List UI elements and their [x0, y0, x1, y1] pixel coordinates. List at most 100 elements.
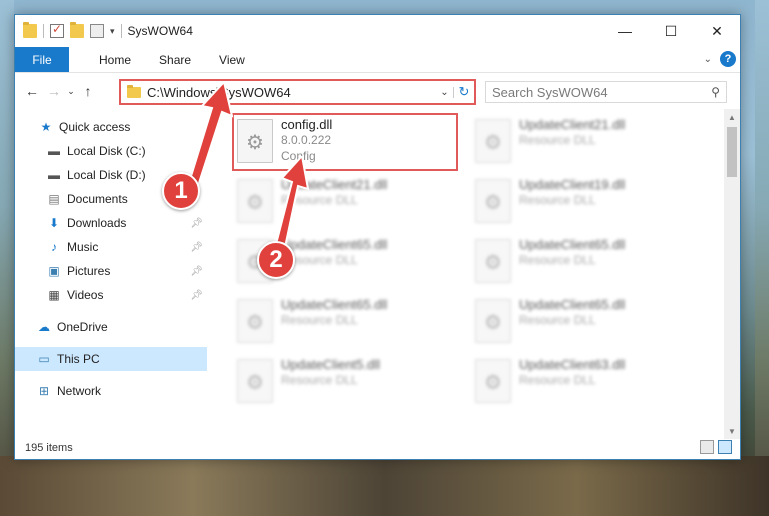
folder-icon — [23, 22, 37, 38]
item-count: 195 items — [25, 442, 73, 454]
sidebar-item-videos[interactable]: ▦ Videos 📌︎ — [15, 283, 207, 307]
address-dropdown-icon[interactable]: ⌄ — [436, 86, 454, 98]
dll-file-icon — [475, 179, 511, 223]
sidebar-item-label: Downloads — [67, 216, 127, 230]
search-input[interactable]: Search SysWOW64 ⚲ — [485, 81, 727, 103]
sidebar-item-downloads[interactable]: ⬇ Downloads 📌︎ — [15, 211, 207, 235]
up-button[interactable]: ↑ — [77, 80, 99, 102]
desktop-background-bottom — [0, 456, 769, 516]
new-folder-icon[interactable] — [70, 22, 84, 38]
config-dll-highlight — [232, 113, 458, 171]
file-item[interactable]: UpdateClient5.dll Resource DLL — [237, 355, 467, 407]
search-icon[interactable]: ⚲ — [711, 85, 720, 99]
pin-icon[interactable]: 📌︎ — [190, 266, 203, 277]
file-description: Resource DLL — [519, 313, 596, 327]
vertical-scrollbar[interactable]: ▲ ▼ — [724, 109, 740, 439]
sidebar-item-local-disk-c[interactable]: ▬ Local Disk (C:) — [15, 139, 207, 163]
file-name: UpdateClient19.dll — [519, 177, 626, 192]
refresh-icon[interactable]: ↻ — [454, 84, 474, 100]
file-name: UpdateClient63.dll — [519, 357, 626, 372]
file-item[interactable]: UpdateClient65.dll Resource DLL — [475, 295, 705, 347]
help-icon[interactable]: ? — [720, 51, 736, 67]
ribbon-controls: ⌄ ? — [704, 51, 736, 67]
desktop-background-right — [755, 0, 769, 516]
chevron-down-icon[interactable]: ⌄ — [704, 54, 712, 65]
sidebar-item-onedrive[interactable]: ☁ OneDrive — [15, 315, 207, 339]
maximize-button[interactable]: ☐ — [648, 15, 694, 47]
videos-icon: ▦ — [48, 288, 60, 302]
chevron-down-icon[interactable]: ▾ — [110, 26, 115, 37]
file-description: Resource DLL — [281, 373, 358, 387]
window-title: SysWOW64 — [127, 24, 193, 38]
download-icon: ⬇ — [48, 216, 60, 230]
file-name: UpdateClient65.dll — [281, 297, 388, 312]
file-description: Resource DLL — [519, 253, 596, 267]
scroll-up-icon[interactable]: ▲ — [724, 109, 740, 125]
sidebar-item-pictures[interactable]: ▣ Pictures 📌︎ — [15, 259, 207, 283]
back-button[interactable]: ← — [21, 80, 43, 102]
file-item[interactable]: UpdateClient63.dll Resource DLL — [475, 355, 705, 407]
desktop-background-left — [0, 0, 14, 516]
sidebar-item-quick-access[interactable]: ★ Quick access — [15, 115, 207, 139]
sidebar-item-music[interactable]: ♪ Music 📌︎ — [15, 235, 207, 259]
customize-icon[interactable] — [90, 24, 104, 38]
drive-icon: ▬ — [48, 168, 60, 182]
sidebar-item-network[interactable]: ⊞ Network — [15, 379, 207, 403]
sidebar-item-label: Music — [67, 240, 99, 254]
close-button[interactable]: ✕ — [694, 15, 740, 47]
tiles-view-icon[interactable] — [718, 440, 732, 454]
pin-icon[interactable]: 📌︎ — [190, 218, 203, 229]
tab-file[interactable]: File — [15, 47, 69, 72]
file-description: Resource DLL — [519, 373, 596, 387]
sidebar-item-label: OneDrive — [57, 320, 108, 334]
computer-icon: ▭ — [38, 352, 50, 366]
quick-access-toolbar: ▾ — [15, 15, 122, 47]
pin-icon[interactable]: 📌︎ — [190, 290, 203, 301]
details-view-icon[interactable] — [700, 440, 714, 454]
drive-icon: ▬ — [48, 144, 60, 158]
tab-view[interactable]: View — [205, 47, 259, 72]
sidebar-item-label: Local Disk (D:) — [67, 168, 146, 182]
properties-icon[interactable] — [50, 22, 64, 38]
sidebar-item-this-pc[interactable]: ▭ This PC — [15, 347, 207, 371]
file-description: Resource DLL — [281, 313, 358, 327]
status-bar: 195 items — [15, 437, 740, 459]
network-icon: ⊞ — [38, 384, 50, 398]
tab-share[interactable]: Share — [145, 47, 205, 72]
file-item[interactable]: UpdateClient65.dll Resource DLL — [475, 235, 705, 287]
file-item[interactable]: UpdateClient21.dll Resource DLL — [475, 115, 705, 167]
sidebar-item-label: Quick access — [59, 120, 131, 134]
address-bar[interactable]: C:\Windows\SysWOW64 ⌄ ↻ — [119, 79, 476, 105]
pin-icon[interactable]: 📌︎ — [190, 242, 203, 253]
file-name: UpdateClient65.dll — [519, 297, 626, 312]
file-description: Resource DLL — [519, 133, 596, 147]
recent-locations-button[interactable]: ⌄ — [65, 80, 77, 102]
dll-file-icon — [475, 239, 511, 283]
navigation-bar: ← → ⌄ ↑ C:\Windows\SysWOW64 ⌄ ↻ Search S… — [15, 73, 740, 109]
search-placeholder: Search SysWOW64 — [492, 84, 608, 100]
file-item[interactable]: UpdateClient19.dll Resource DLL — [475, 175, 705, 227]
title-bar: ▾ SysWOW64 — ☐ ✕ — [15, 15, 740, 47]
star-icon: ★ — [40, 120, 52, 134]
toolbar-divider — [120, 24, 122, 38]
folder-icon — [127, 84, 141, 98]
step-1-badge: 1 — [162, 172, 200, 210]
file-name: UpdateClient21.dll — [519, 117, 626, 132]
toolbar-divider — [43, 24, 44, 38]
dll-file-icon — [475, 299, 511, 343]
scrollbar-thumb[interactable] — [727, 127, 737, 177]
forward-button[interactable]: → — [43, 80, 65, 102]
tab-home[interactable]: Home — [69, 47, 145, 72]
file-name: UpdateClient5.dll — [281, 357, 381, 372]
pictures-icon: ▣ — [48, 264, 60, 278]
minimize-button[interactable]: — — [602, 15, 648, 47]
explorer-window: ▾ SysWOW64 — ☐ ✕ File Home Share View ⌄ … — [14, 14, 741, 460]
file-item[interactable]: UpdateClient65.dll Resource DLL — [237, 295, 467, 347]
sidebar-item-label: This PC — [57, 352, 100, 366]
dll-file-icon — [237, 359, 273, 403]
dll-file-icon — [475, 119, 511, 163]
sidebar-item-label: Local Disk (C:) — [67, 144, 146, 158]
file-description: Resource DLL — [519, 193, 596, 207]
window-controls: — ☐ ✕ — [602, 15, 740, 47]
dll-file-icon — [475, 359, 511, 403]
